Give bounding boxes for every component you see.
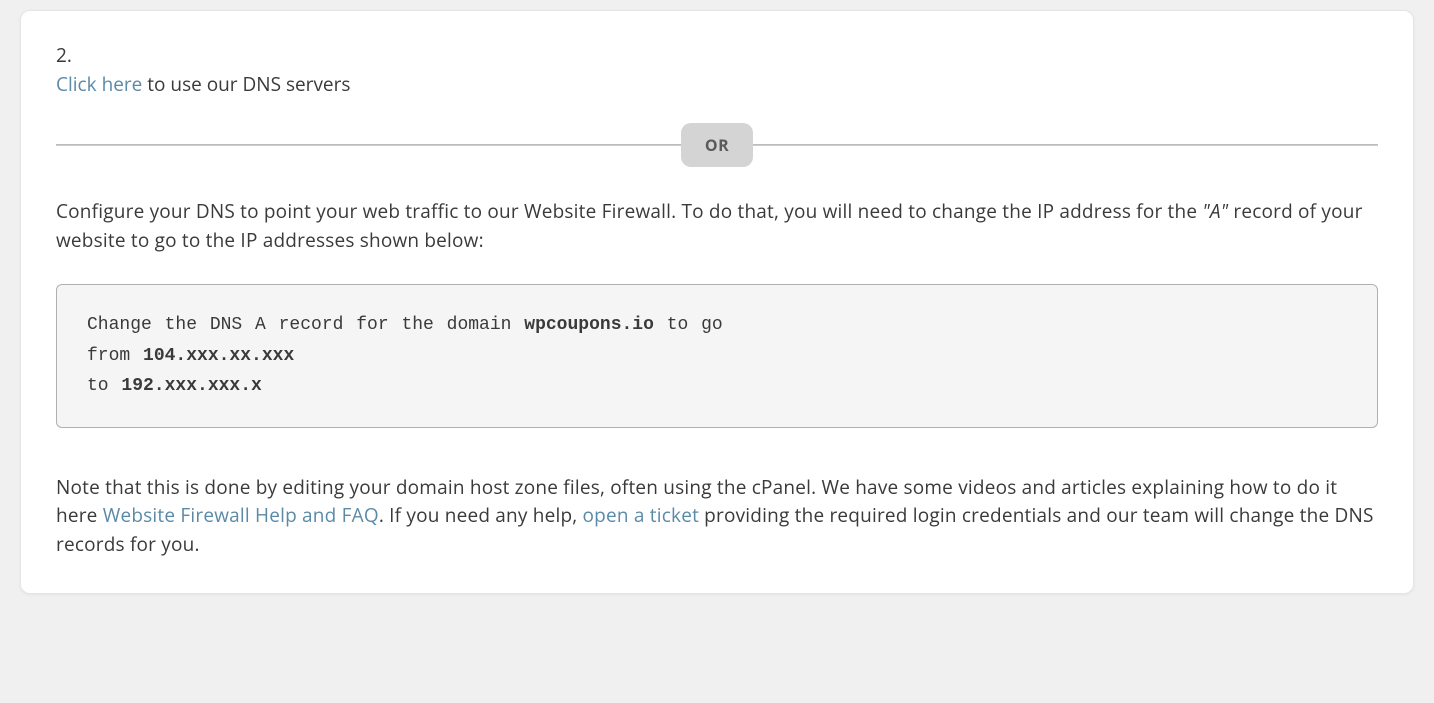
configure-paragraph: Configure your DNS to point your web tra… [56, 197, 1378, 254]
configure-text-before: Configure your DNS to point your web tra… [56, 198, 1202, 224]
or-badge: OR [681, 123, 753, 167]
code-to-ip: 192.xxx.xxx.x [121, 376, 261, 396]
dns-option-line: Click here to use our DNS servers [56, 70, 1378, 99]
divider-line-right [753, 144, 1378, 146]
dns-code-box: Change the DNS A record for the domain w… [56, 284, 1378, 428]
code-line-1: Change the DNS A record for the domain w… [87, 310, 1347, 341]
or-divider: OR [56, 123, 1378, 167]
dns-servers-text: to use our DNS servers [142, 71, 350, 97]
a-record-italic: "A" [1202, 198, 1228, 224]
instruction-card: 2. Click here to use our DNS servers OR … [20, 10, 1414, 594]
code-from-ip: 104.xxx.xx.xxx [143, 346, 294, 366]
code-line-3: to 192.xxx.xxx.x [87, 371, 1347, 402]
code-line-2: from 104.xxx.xx.xxx [87, 341, 1347, 372]
open-ticket-link[interactable]: open a ticket [583, 502, 700, 528]
step-number: 2. [56, 41, 1378, 70]
code-domain: wpcoupons.io [524, 315, 654, 335]
click-here-link[interactable]: Click here [56, 71, 142, 97]
note-text-2: . If you need any help, [379, 502, 583, 528]
note-paragraph: Note that this is done by editing your d… [56, 473, 1378, 559]
divider-line-left [56, 144, 681, 146]
firewall-help-link[interactable]: Website Firewall Help and FAQ [103, 502, 379, 528]
